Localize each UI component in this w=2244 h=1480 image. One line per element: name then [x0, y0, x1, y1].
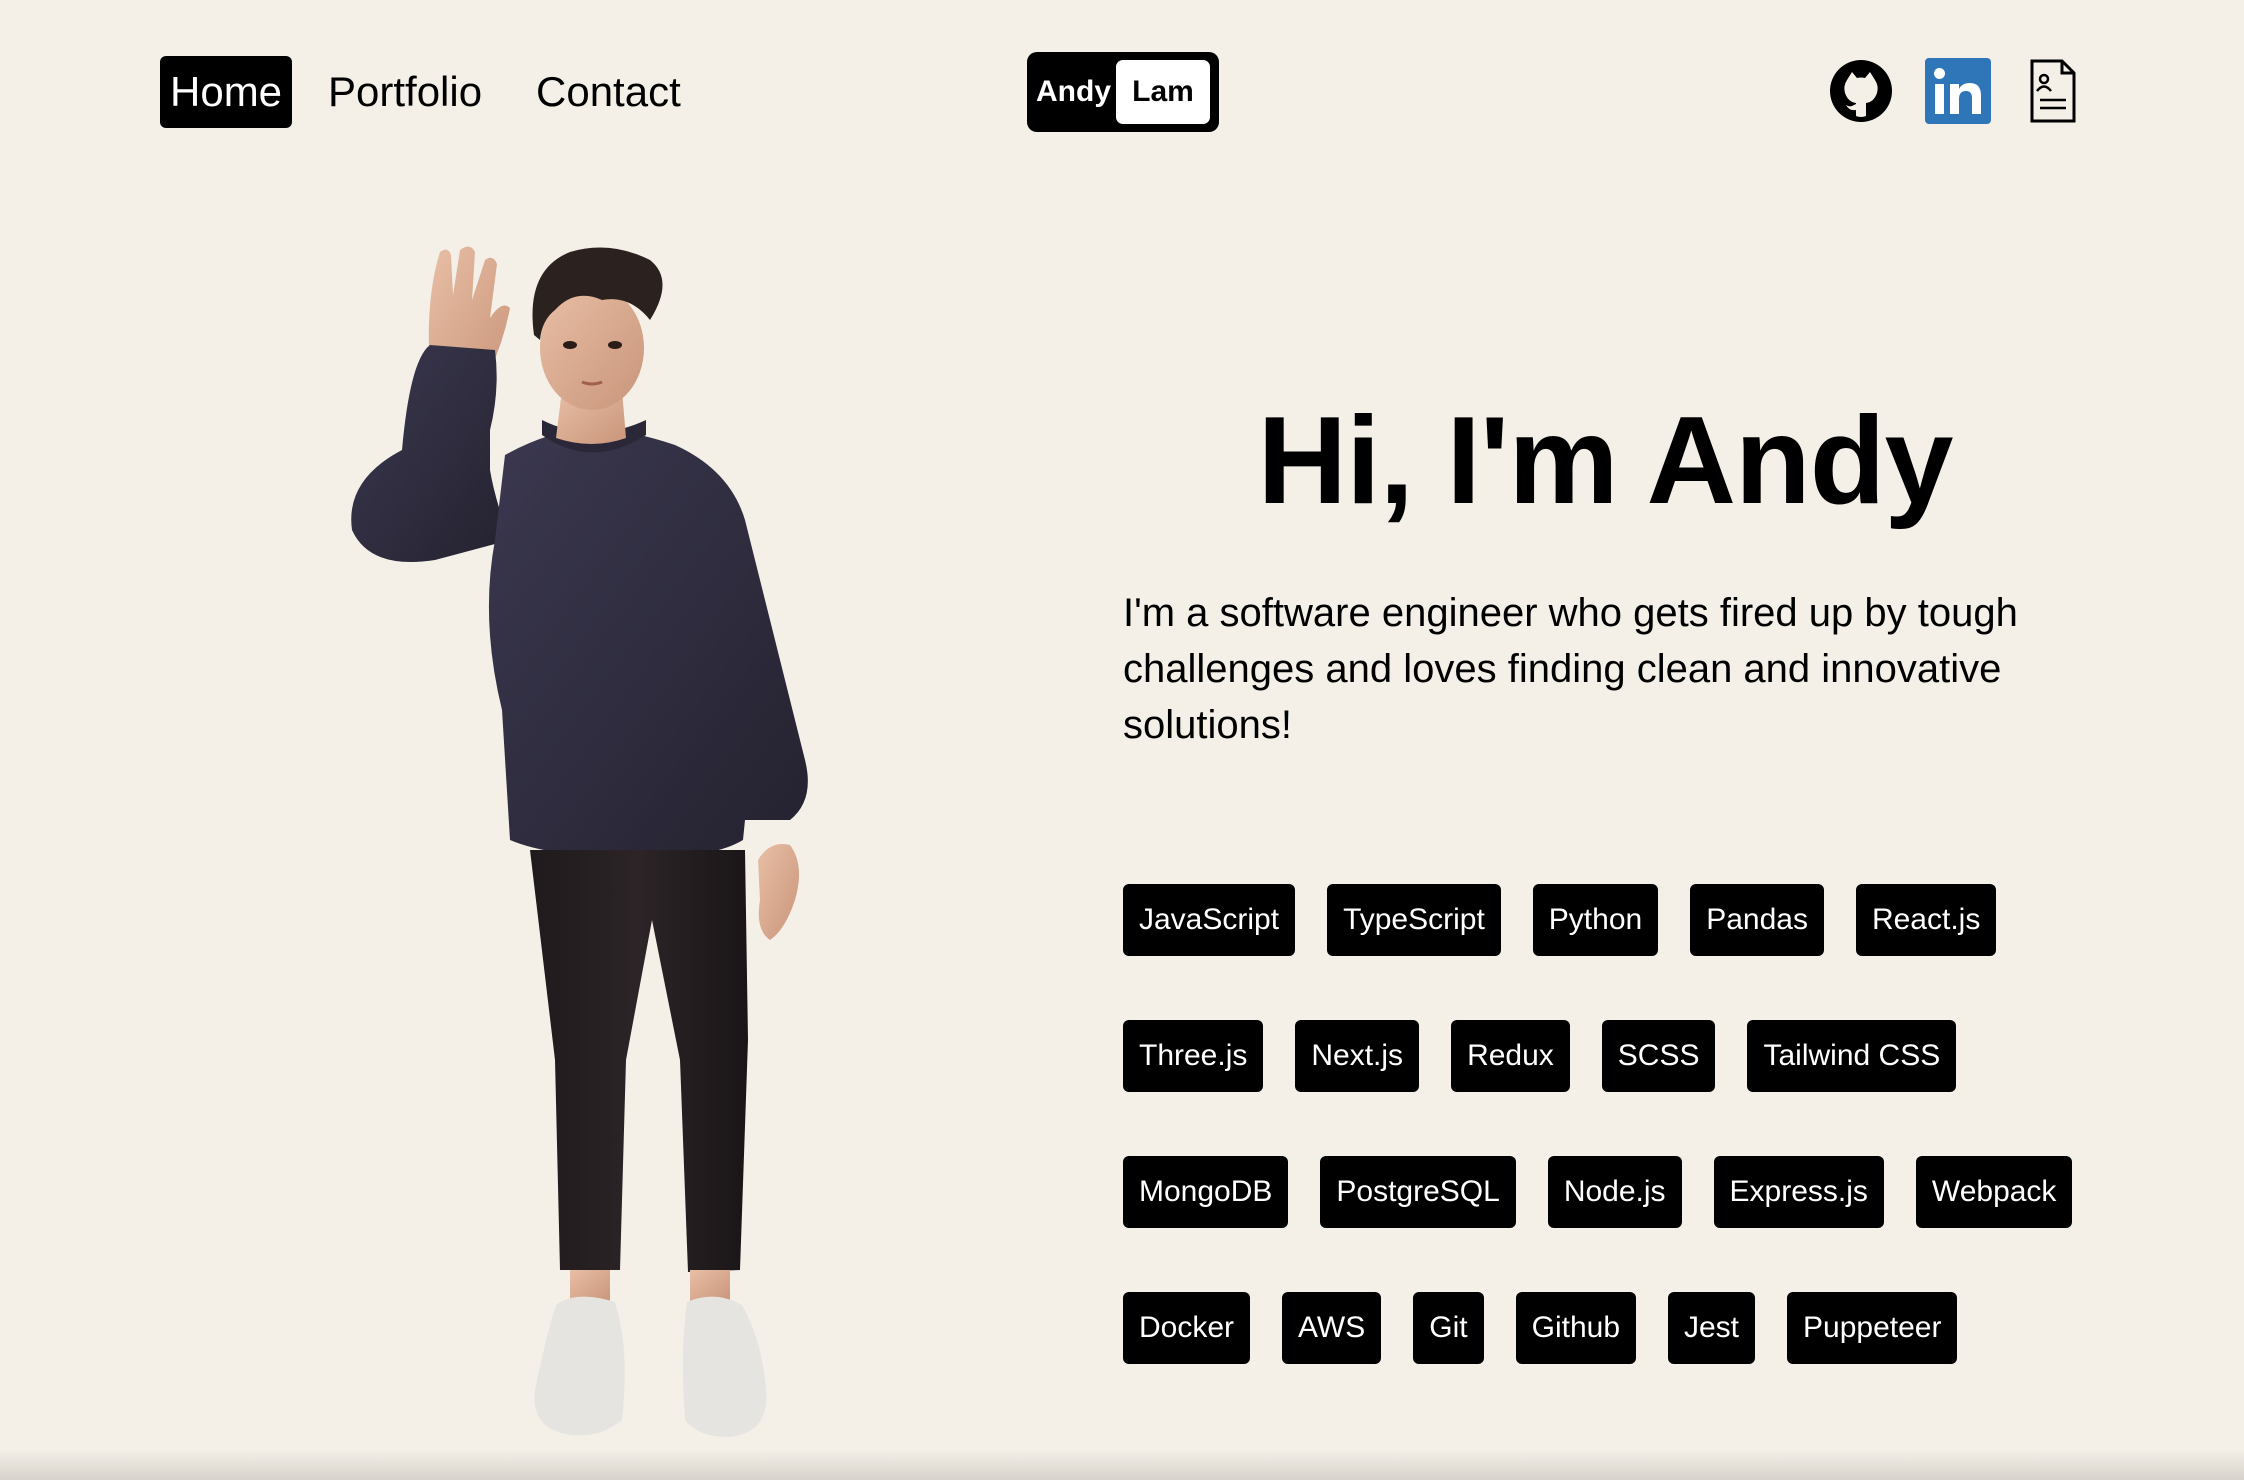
page-bottom-shadow [0, 1450, 2244, 1480]
skill-tag: TypeScript [1327, 884, 1501, 956]
skill-tag: Redux [1451, 1020, 1570, 1092]
logo-last-name: Lam [1116, 60, 1210, 124]
skill-tag: Python [1532, 884, 1659, 956]
nav-portfolio-link[interactable]: Portfolio [318, 56, 492, 128]
skill-tag: PostgreSQL [1320, 1156, 1516, 1228]
skill-tag: Express.js [1713, 1156, 1884, 1228]
skill-tag: Node.js [1547, 1156, 1682, 1228]
skills-list: JavaScript TypeScript Python Pandas Reac… [1123, 884, 2123, 1364]
github-icon[interactable] [1828, 58, 1894, 124]
resume-icon[interactable] [2020, 58, 2086, 124]
nav-contact-link[interactable]: Contact [526, 56, 691, 128]
skill-tag: AWS [1282, 1292, 1382, 1364]
hero-title: Hi, I'm Andy [1257, 392, 1954, 530]
nav-home-link[interactable]: Home [160, 56, 293, 128]
skill-tag: React.js [1855, 884, 1997, 956]
skill-tag: Docker [1123, 1292, 1251, 1364]
skill-tag: Git [1413, 1292, 1484, 1364]
skill-tag: SCSS [1601, 1020, 1716, 1092]
hero-description: I'm a software engineer who gets fired u… [1123, 591, 2018, 747]
skill-tag: Three.js [1123, 1020, 1264, 1092]
skill-tag: Pandas [1690, 884, 1824, 956]
site-logo[interactable]: Andy Lam [1027, 52, 1219, 132]
skill-tag: Webpack [1915, 1156, 2073, 1228]
waving-avatar-illustration [330, 240, 890, 1450]
skill-tag: Github [1515, 1292, 1636, 1364]
skill-tag: Jest [1668, 1292, 1756, 1364]
skill-tag: Tailwind CSS [1747, 1020, 1957, 1092]
linkedin-icon[interactable] [1925, 58, 1991, 124]
skill-tag: Puppeteer [1787, 1292, 1958, 1364]
skill-tag: MongoDB [1123, 1156, 1289, 1228]
skill-tag: Next.js [1295, 1020, 1420, 1092]
skill-tag: JavaScript [1123, 884, 1296, 956]
logo-first-name: Andy [1036, 75, 1111, 108]
